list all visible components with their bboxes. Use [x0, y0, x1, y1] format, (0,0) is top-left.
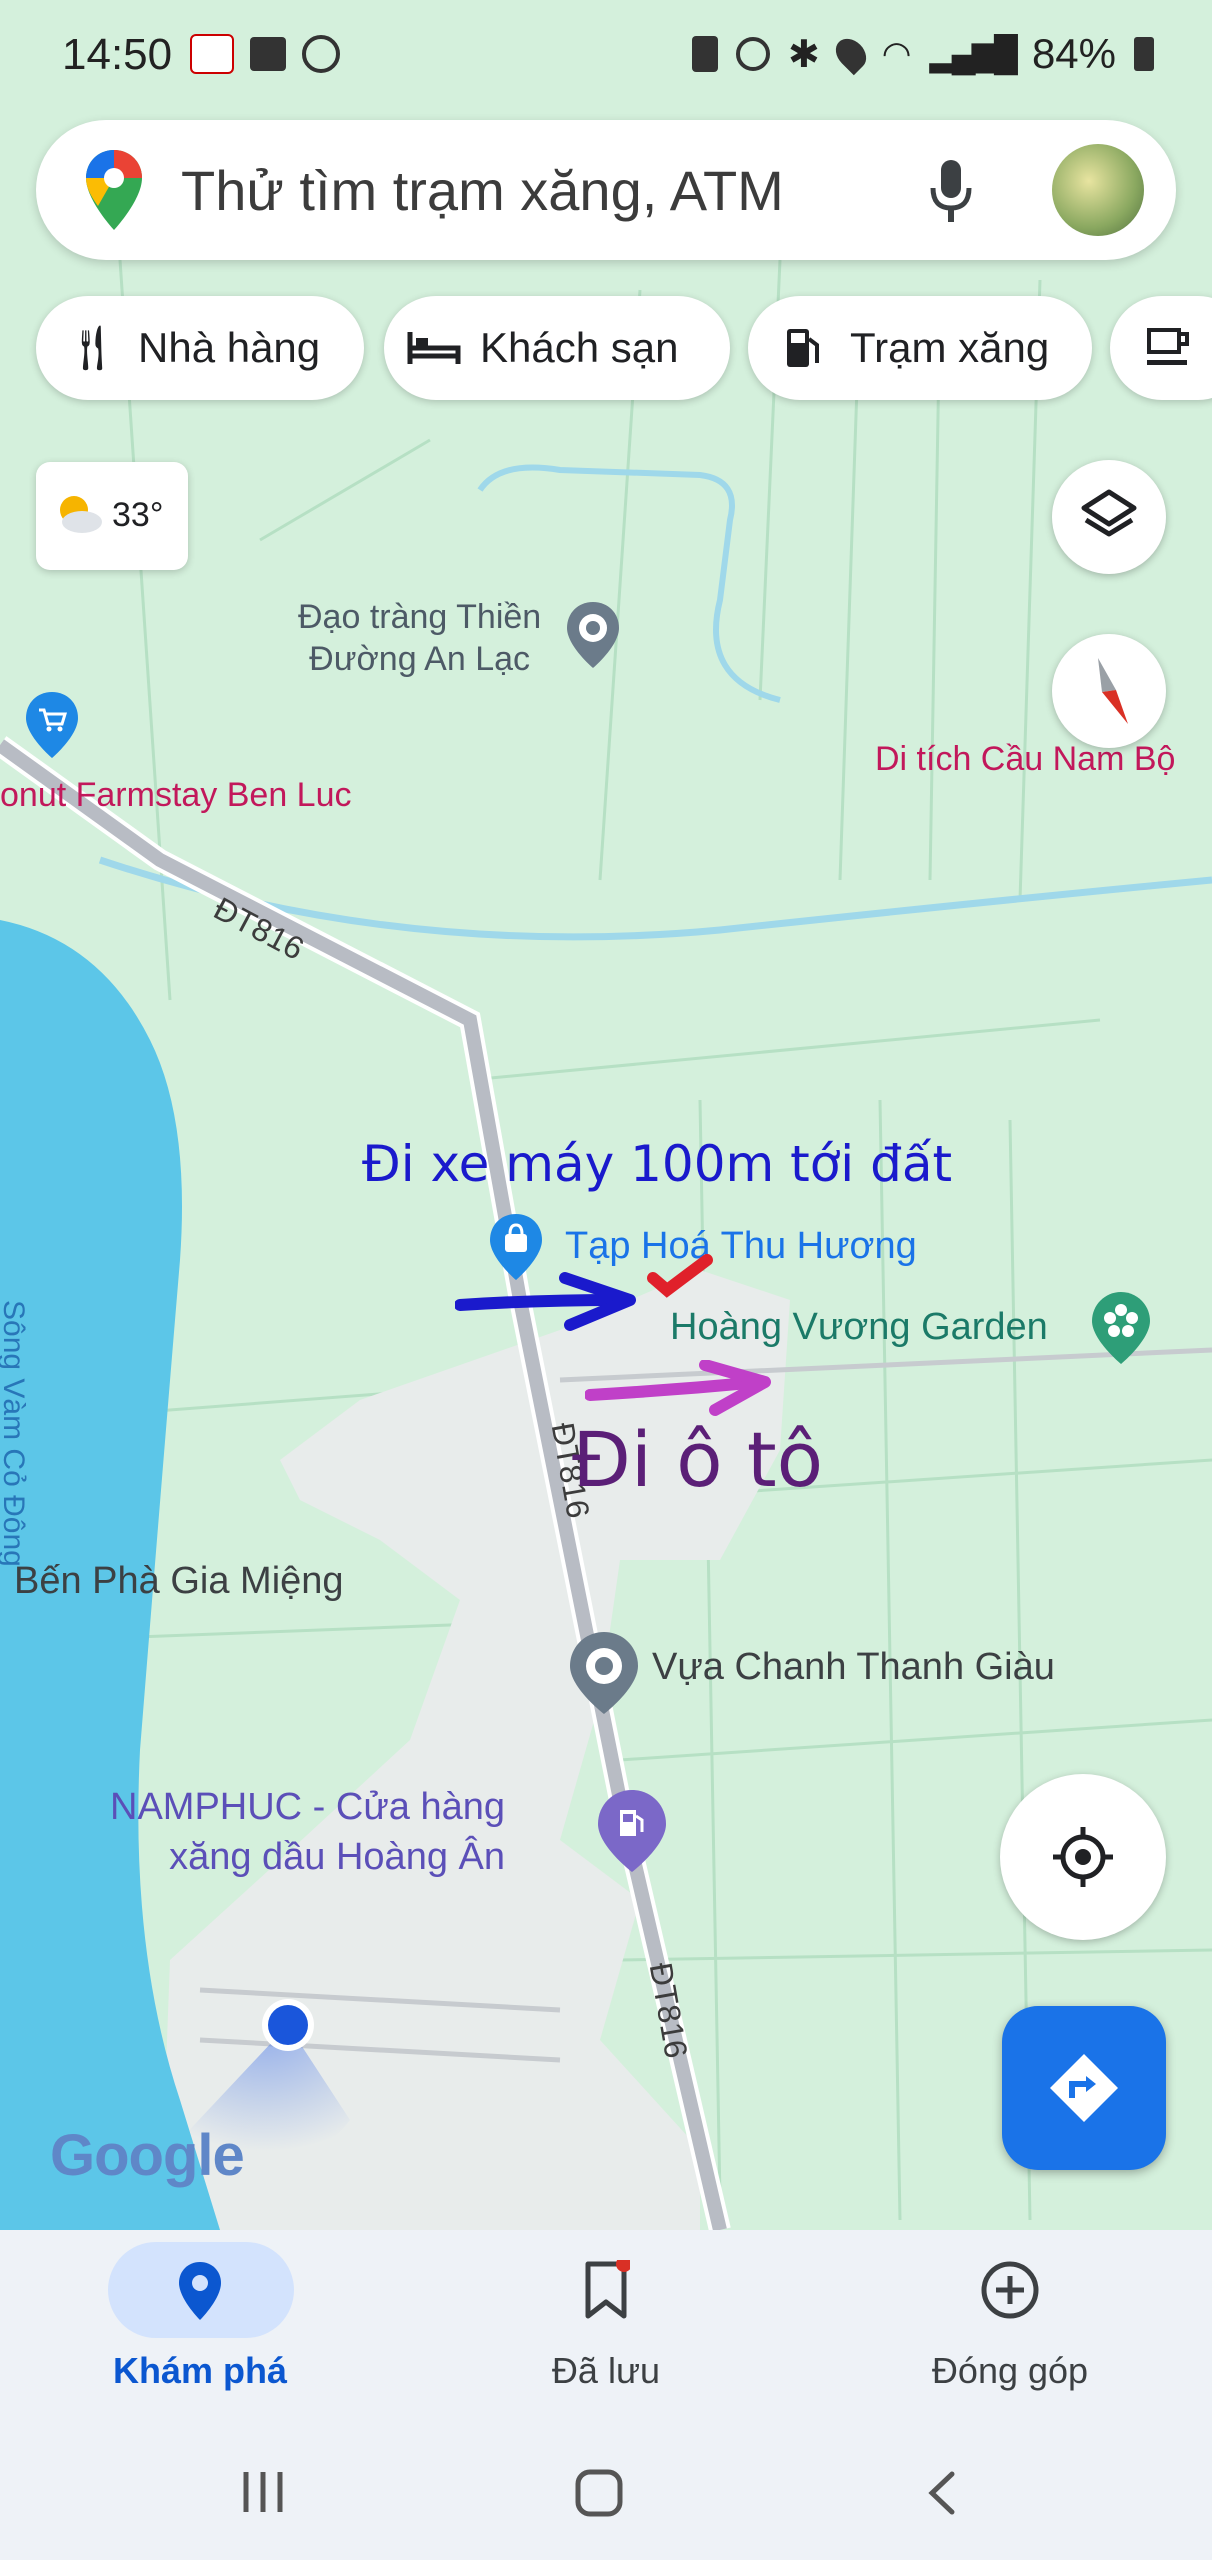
- nav-saved-label: Đã lưu: [551, 2350, 661, 2391]
- status-bar: 14:50 ✱ ◠ ▂▄▆█ 84%: [0, 0, 1212, 110]
- ben-pha-label[interactable]: Bến Phà Gia Miệng: [14, 1560, 344, 1603]
- nav-saved[interactable]: Đã lưu: [466, 2230, 746, 2400]
- nav-explore[interactable]: Khám phá: [60, 2230, 340, 2400]
- dao-trang-line2: Đường An Lạc: [309, 640, 531, 678]
- wifi-icon: ◠: [881, 35, 912, 73]
- river-label: Sông Vàm Cỏ Đông: [0, 1300, 30, 1567]
- google-logo: Google: [50, 2123, 245, 2188]
- partly-cloudy-icon: [60, 496, 102, 533]
- gallery-icon: [250, 37, 286, 71]
- my-location-button[interactable]: [1000, 1774, 1166, 1940]
- sim-icon: [691, 36, 718, 72]
- chip-gas-station[interactable]: Trạm xăng: [748, 296, 1092, 400]
- cafe-icon: [1147, 328, 1189, 365]
- hoang-vuong-label[interactable]: Hoàng Vương Garden: [670, 1306, 1048, 1349]
- gas-station-pin-icon[interactable]: [596, 1788, 668, 1874]
- battery-icon: [1134, 37, 1154, 71]
- layers-button[interactable]: [1052, 460, 1166, 574]
- shopping-pin-icon[interactable]: [24, 690, 80, 760]
- nav-explore-label: Khám phá: [112, 2350, 288, 2391]
- di-tich-label: Di tích Cầu Nam Bộ: [875, 740, 1176, 778]
- annotation-car-text: Đi ô tô: [572, 1415, 824, 1504]
- alarm-icon: [735, 37, 770, 71]
- status-time: 14:50: [62, 30, 173, 79]
- namphuc-line2: xăng dầu Hoàng Ân: [169, 1836, 505, 1878]
- recents-icon[interactable]: [240, 2470, 286, 2514]
- search-bar[interactable]: Thử tìm trạm xăng, ATM: [36, 120, 1176, 260]
- vnpay-icon: [190, 34, 234, 74]
- weather-badge[interactable]: 33°: [36, 462, 188, 570]
- compass-button[interactable]: [1052, 634, 1166, 748]
- farmstay-label: onut Farmstay Ben Luc: [0, 776, 352, 814]
- weather-temp: 33°: [112, 496, 164, 534]
- status-left-icons: [190, 34, 340, 74]
- namphuc-label[interactable]: NAMPHUC - Cửa hàng xăng dầu Hoàng Ân: [110, 1782, 505, 1882]
- chip-hotel[interactable]: Khách sạn: [384, 296, 730, 400]
- dao-trang-label: Đạo tràng Thiền Đường An Lạc: [298, 596, 541, 680]
- status-right: ✱ ◠ ▂▄▆█ 84%: [691, 30, 1154, 78]
- namphuc-line1: NAMPHUC - Cửa hàng: [110, 1786, 505, 1828]
- nav-contribute-label: Đóng góp: [931, 2350, 1089, 2391]
- chip-cafe[interactable]: [1110, 296, 1212, 400]
- add-circle-icon: [981, 2261, 1039, 2319]
- directions-button[interactable]: [1002, 2006, 1166, 2170]
- explore-pin-icon: [179, 2262, 221, 2320]
- layers-icon: [1081, 489, 1137, 537]
- bookmark-icon: [585, 2260, 630, 2319]
- bluetooth-icon: ✱: [787, 33, 820, 76]
- blue-arrow-annotation: [455, 1272, 636, 1331]
- hotel-icon: [407, 332, 461, 364]
- chip-restaurant-label: Nhà hàng: [138, 324, 321, 371]
- compass-icon: [1098, 658, 1128, 724]
- signal-icon: ▂▄▆█: [929, 35, 1018, 73]
- gas-station-icon: [787, 329, 819, 367]
- back-icon[interactable]: [924, 2470, 958, 2516]
- avatar[interactable]: [1052, 144, 1144, 236]
- battery-percent: 84%: [1031, 30, 1116, 77]
- vua-chanh-pin-icon[interactable]: [568, 1630, 640, 1716]
- mic-icon[interactable]: [928, 158, 974, 224]
- location-icon: [829, 32, 872, 76]
- chip-hotel-label: Khách sạn: [480, 324, 679, 371]
- crosshair-icon: [1053, 1827, 1113, 1887]
- search-input[interactable]: Thử tìm trạm xăng, ATM: [181, 158, 784, 223]
- dao-trang-pin-icon[interactable]: [565, 600, 621, 670]
- directions-icon: [1050, 2054, 1118, 2122]
- garden-pin-icon[interactable]: [1090, 1290, 1152, 1366]
- dao-trang-line1: Đạo tràng Thiền: [298, 598, 542, 636]
- chip-restaurant[interactable]: 🍴︎ Nhà hàng: [36, 296, 364, 400]
- red-check-annotation: [647, 1254, 713, 1298]
- restaurant-icon: 🍴︎: [64, 324, 120, 373]
- bottom-nav: Khám phá Đã lưu Đóng góp: [0, 2230, 1212, 2560]
- home-icon[interactable]: [574, 2468, 624, 2518]
- maps-logo-icon: [86, 150, 142, 230]
- whatsapp-icon: [302, 35, 340, 73]
- nav-contribute[interactable]: Đóng góp: [870, 2230, 1150, 2400]
- chip-gas-station-label: Trạm xăng: [850, 324, 1050, 371]
- vua-chanh-label[interactable]: Vựa Chanh Thanh Giàu: [652, 1646, 1055, 1689]
- annotation-motorbike-text: Đi xe máy 100m tới đất: [362, 1135, 953, 1193]
